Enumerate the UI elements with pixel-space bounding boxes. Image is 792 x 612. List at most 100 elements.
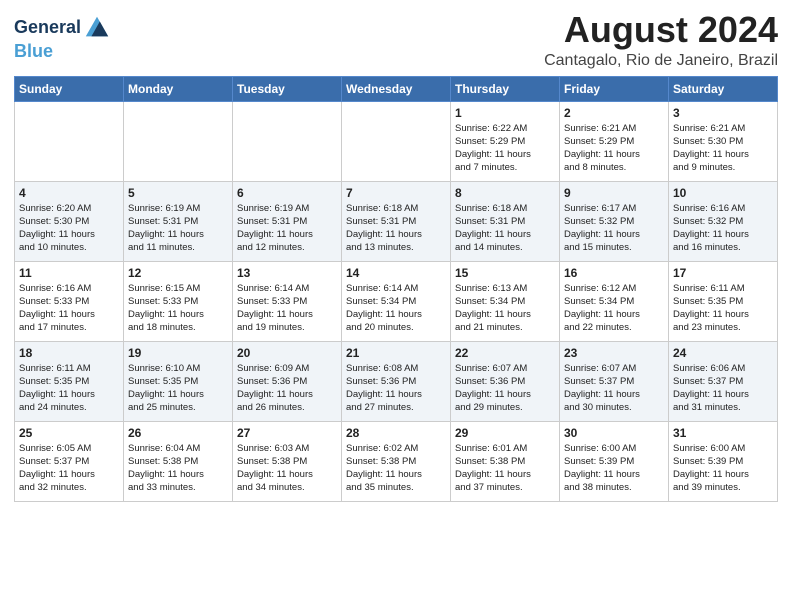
col-saturday: Saturday: [669, 76, 778, 101]
calendar-cell: 7 Sunrise: 6:18 AM Sunset: 5:31 PM Daylig…: [342, 181, 451, 261]
col-monday: Monday: [124, 76, 233, 101]
day-number: 2: [564, 106, 664, 120]
day-number: 31: [673, 426, 773, 440]
day-info: Sunrise: 6:09 AM Sunset: 5:36 PM Dayligh…: [237, 362, 337, 415]
day-number: 8: [455, 186, 555, 200]
day-info: Sunrise: 6:11 AM Sunset: 5:35 PM Dayligh…: [673, 282, 773, 335]
day-info: Sunrise: 6:02 AM Sunset: 5:38 PM Dayligh…: [346, 442, 446, 495]
col-friday: Friday: [560, 76, 669, 101]
week-row-3: 11 Sunrise: 6:16 AM Sunset: 5:33 PM Dayli…: [15, 261, 778, 341]
calendar-cell: 25 Sunrise: 6:05 AM Sunset: 5:37 PM Dayli…: [15, 421, 124, 501]
day-info: Sunrise: 6:00 AM Sunset: 5:39 PM Dayligh…: [564, 442, 664, 495]
calendar-cell: [233, 101, 342, 181]
location: Cantagalo, Rio de Janeiro, Brazil: [544, 52, 778, 70]
day-info: Sunrise: 6:01 AM Sunset: 5:38 PM Dayligh…: [455, 442, 555, 495]
day-info: Sunrise: 6:03 AM Sunset: 5:38 PM Dayligh…: [237, 442, 337, 495]
day-number: 23: [564, 346, 664, 360]
calendar-cell: 8 Sunrise: 6:18 AM Sunset: 5:31 PM Daylig…: [451, 181, 560, 261]
calendar-cell: 2 Sunrise: 6:21 AM Sunset: 5:29 PM Daylig…: [560, 101, 669, 181]
calendar-cell: 13Sunrise: 6:14 AM Sunset: 5:33 PM Dayli…: [233, 261, 342, 341]
day-info: Sunrise: 6:13 AM Sunset: 5:34 PM Dayligh…: [455, 282, 555, 335]
day-info: Sunrise: 6:19 AM Sunset: 5:31 PM Dayligh…: [237, 202, 337, 255]
day-info: Sunrise: 6:18 AM Sunset: 5:31 PM Dayligh…: [455, 202, 555, 255]
day-number: 6: [237, 186, 337, 200]
day-info: Sunrise: 6:05 AM Sunset: 5:37 PM Dayligh…: [19, 442, 119, 495]
day-number: 27: [237, 426, 337, 440]
calendar-cell: 10Sunrise: 6:16 AM Sunset: 5:32 PM Dayli…: [669, 181, 778, 261]
calendar-page: General Blue August 2024 Cantagalo, Rio …: [0, 0, 792, 510]
calendar-cell: 4 Sunrise: 6:20 AM Sunset: 5:30 PM Daylig…: [15, 181, 124, 261]
calendar-cell: 1Sunrise: 6:22 AM Sunset: 5:29 PM Daylig…: [451, 101, 560, 181]
calendar-cell: 31Sunrise: 6:00 AM Sunset: 5:39 PM Dayli…: [669, 421, 778, 501]
day-number: 19: [128, 346, 228, 360]
calendar-cell: [124, 101, 233, 181]
day-number: 20: [237, 346, 337, 360]
calendar-cell: 16 Sunrise: 6:12 AM Sunset: 5:34 PM Dayli…: [560, 261, 669, 341]
calendar-cell: 21 Sunrise: 6:08 AM Sunset: 5:36 PM Dayli…: [342, 341, 451, 421]
col-wednesday: Wednesday: [342, 76, 451, 101]
day-number: 7: [346, 186, 446, 200]
calendar-cell: 24Sunrise: 6:06 AM Sunset: 5:37 PM Dayli…: [669, 341, 778, 421]
day-number: 21: [346, 346, 446, 360]
day-number: 17: [673, 266, 773, 280]
day-number: 30: [564, 426, 664, 440]
month-title: August 2024: [544, 10, 778, 50]
day-info: Sunrise: 6:18 AM Sunset: 5:31 PM Dayligh…: [346, 202, 446, 255]
day-number: 13: [237, 266, 337, 280]
calendar-cell: 20 Sunrise: 6:09 AM Sunset: 5:36 PM Dayli…: [233, 341, 342, 421]
header: General Blue August 2024 Cantagalo, Rio …: [14, 10, 778, 70]
day-info: Sunrise: 6:12 AM Sunset: 5:34 PM Dayligh…: [564, 282, 664, 335]
day-info: Sunrise: 6:21 AM Sunset: 5:30 PM Dayligh…: [673, 122, 773, 175]
logo-icon: [83, 14, 111, 42]
calendar-cell: 11 Sunrise: 6:16 AM Sunset: 5:33 PM Dayli…: [15, 261, 124, 341]
day-info: Sunrise: 6:16 AM Sunset: 5:33 PM Dayligh…: [19, 282, 119, 335]
day-info: Sunrise: 6:19 AM Sunset: 5:31 PM Dayligh…: [128, 202, 228, 255]
day-info: Sunrise: 6:07 AM Sunset: 5:37 PM Dayligh…: [564, 362, 664, 415]
calendar-cell: 30 Sunrise: 6:00 AM Sunset: 5:39 PM Dayli…: [560, 421, 669, 501]
day-number: 25: [19, 426, 119, 440]
calendar-cell: 15Sunrise: 6:13 AM Sunset: 5:34 PM Dayli…: [451, 261, 560, 341]
calendar-table: Sunday Monday Tuesday Wednesday Thursday…: [14, 76, 778, 502]
day-number: 16: [564, 266, 664, 280]
calendar-cell: 29 Sunrise: 6:01 AM Sunset: 5:38 PM Dayli…: [451, 421, 560, 501]
week-row-2: 4 Sunrise: 6:20 AM Sunset: 5:30 PM Daylig…: [15, 181, 778, 261]
logo-text-blue: Blue: [14, 41, 53, 61]
day-number: 29: [455, 426, 555, 440]
day-info: Sunrise: 6:15 AM Sunset: 5:33 PM Dayligh…: [128, 282, 228, 335]
logo: General Blue: [14, 14, 111, 62]
calendar-cell: 6 Sunrise: 6:19 AM Sunset: 5:31 PM Daylig…: [233, 181, 342, 261]
day-info: Sunrise: 6:08 AM Sunset: 5:36 PM Dayligh…: [346, 362, 446, 415]
calendar-cell: 18Sunrise: 6:11 AM Sunset: 5:35 PM Dayli…: [15, 341, 124, 421]
title-block: August 2024 Cantagalo, Rio de Janeiro, B…: [544, 10, 778, 70]
calendar-cell: 5Sunrise: 6:19 AM Sunset: 5:31 PM Daylig…: [124, 181, 233, 261]
week-row-5: 25 Sunrise: 6:05 AM Sunset: 5:37 PM Dayli…: [15, 421, 778, 501]
day-number: 12: [128, 266, 228, 280]
day-number: 10: [673, 186, 773, 200]
calendar-cell: 27 Sunrise: 6:03 AM Sunset: 5:38 PM Dayli…: [233, 421, 342, 501]
calendar-cell: 23 Sunrise: 6:07 AM Sunset: 5:37 PM Dayli…: [560, 341, 669, 421]
calendar-cell: [342, 101, 451, 181]
header-row: Sunday Monday Tuesday Wednesday Thursday…: [15, 76, 778, 101]
day-number: 22: [455, 346, 555, 360]
day-info: Sunrise: 6:06 AM Sunset: 5:37 PM Dayligh…: [673, 362, 773, 415]
day-info: Sunrise: 6:21 AM Sunset: 5:29 PM Dayligh…: [564, 122, 664, 175]
calendar-cell: 9Sunrise: 6:17 AM Sunset: 5:32 PM Daylig…: [560, 181, 669, 261]
week-row-1: 1Sunrise: 6:22 AM Sunset: 5:29 PM Daylig…: [15, 101, 778, 181]
day-number: 14: [346, 266, 446, 280]
day-info: Sunrise: 6:07 AM Sunset: 5:36 PM Dayligh…: [455, 362, 555, 415]
day-info: Sunrise: 6:11 AM Sunset: 5:35 PM Dayligh…: [19, 362, 119, 415]
col-sunday: Sunday: [15, 76, 124, 101]
calendar-cell: 14Sunrise: 6:14 AM Sunset: 5:34 PM Dayli…: [342, 261, 451, 341]
calendar-cell: [15, 101, 124, 181]
day-info: Sunrise: 6:17 AM Sunset: 5:32 PM Dayligh…: [564, 202, 664, 255]
calendar-cell: 3 Sunrise: 6:21 AM Sunset: 5:30 PM Daylig…: [669, 101, 778, 181]
day-number: 26: [128, 426, 228, 440]
calendar-cell: 26Sunrise: 6:04 AM Sunset: 5:38 PM Dayli…: [124, 421, 233, 501]
day-number: 11: [19, 266, 119, 280]
day-number: 3: [673, 106, 773, 120]
col-tuesday: Tuesday: [233, 76, 342, 101]
day-info: Sunrise: 6:10 AM Sunset: 5:35 PM Dayligh…: [128, 362, 228, 415]
day-info: Sunrise: 6:20 AM Sunset: 5:30 PM Dayligh…: [19, 202, 119, 255]
day-number: 4: [19, 186, 119, 200]
logo-text-general: General: [14, 18, 81, 38]
